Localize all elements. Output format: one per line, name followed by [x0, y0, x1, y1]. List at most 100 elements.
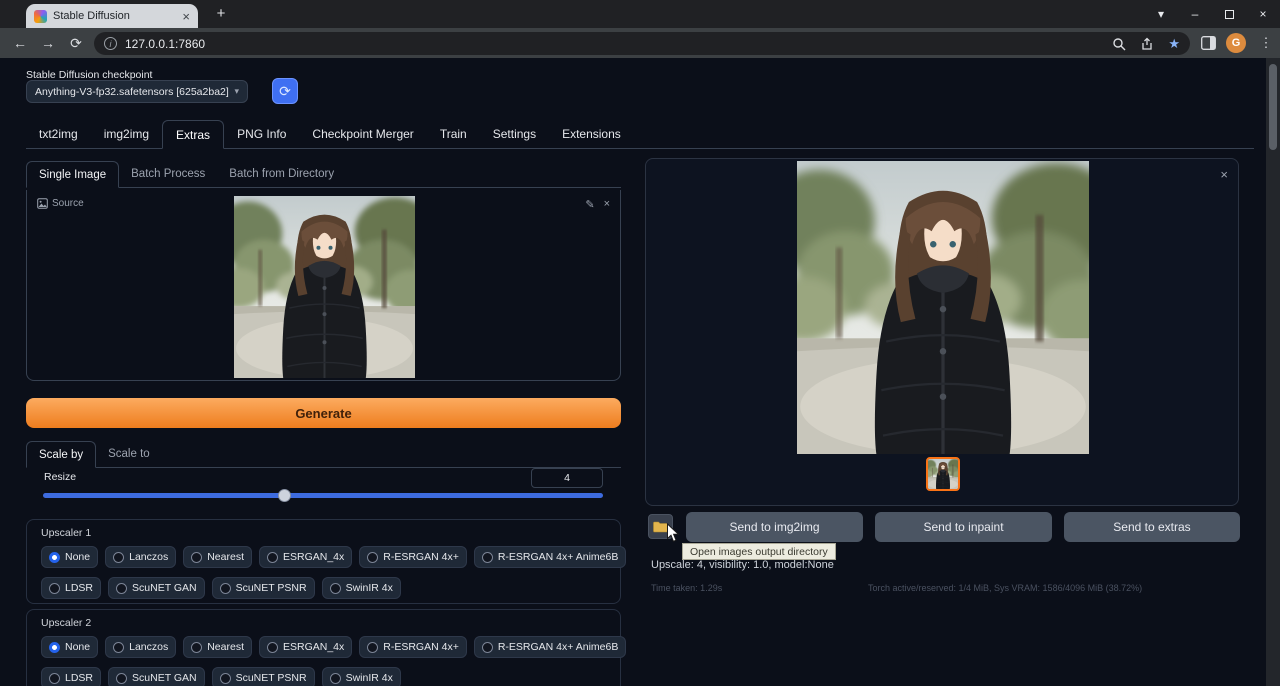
upscaler1-option-scunet-psnr[interactable]: ScuNET PSNR: [212, 577, 315, 599]
tab-scale-by[interactable]: Scale by: [26, 441, 96, 468]
tab-settings[interactable]: Settings: [480, 120, 549, 148]
radio-option-label: ScuNET GAN: [132, 672, 197, 684]
subtab-batch-from-directory[interactable]: Batch from Directory: [217, 161, 346, 187]
side-panel-icon[interactable]: [1201, 36, 1216, 50]
bookmark-star-icon[interactable]: ★: [1168, 36, 1180, 52]
radio-icon: [267, 552, 278, 563]
upscaler2-option-nearest[interactable]: Nearest: [183, 636, 252, 658]
send-to-inpaint-button[interactable]: Send to inpaint: [875, 512, 1052, 542]
radio-option-label: None: [65, 551, 90, 563]
tab-txt2img[interactable]: txt2img: [26, 120, 91, 148]
edit-image-icon[interactable]: ✎: [585, 198, 594, 211]
upscaler2-option-scunet-gan[interactable]: ScuNET GAN: [108, 667, 205, 686]
time-taken-text: Time taken: 1.29s: [651, 583, 722, 593]
radio-icon: [367, 552, 378, 563]
tab-scale-to[interactable]: Scale to: [96, 441, 162, 467]
radio-icon: [113, 642, 124, 653]
upscaler2-option-r-esrgan-4x-anime6b[interactable]: R-ESRGAN 4x+ Anime6B: [474, 636, 627, 658]
resize-number-input[interactable]: 4: [531, 468, 603, 488]
upscaler1-option-esrgan-4x[interactable]: ESRGAN_4x: [259, 546, 352, 568]
tab-close-icon[interactable]: ×: [182, 10, 190, 23]
browser-tab[interactable]: Stable Diffusion ×: [26, 4, 198, 28]
upscaler1-option-nearest[interactable]: Nearest: [183, 546, 252, 568]
tooltip: Open images output directory: [682, 543, 836, 560]
maximize-icon: [1225, 10, 1234, 19]
tab-checkpoint-merger[interactable]: Checkpoint Merger: [299, 120, 426, 148]
zoom-icon[interactable]: [1112, 37, 1126, 51]
upscaler1-option-scunet-gan[interactable]: ScuNET GAN: [108, 577, 205, 599]
upscaler2-option-swinir-4x[interactable]: SwinIR 4x: [322, 667, 401, 686]
address-bar[interactable]: i 127.0.0.1:7860 ★: [94, 32, 1190, 55]
generate-button[interactable]: Generate: [26, 398, 621, 428]
upscaler1-option-swinir-4x[interactable]: SwinIR 4x: [322, 577, 401, 599]
subtab-single-image[interactable]: Single Image: [26, 161, 119, 188]
result-info-text: Upscale: 4, visibility: 1.0, model:None: [651, 559, 834, 571]
reload-button[interactable]: ⟳: [64, 28, 88, 58]
upscaler2-option-scunet-psnr[interactable]: ScuNET PSNR: [212, 667, 315, 686]
radio-icon: [220, 673, 231, 684]
source-image-dropzone[interactable]: Source ✎ ×: [26, 190, 621, 381]
minimize-button[interactable]: –: [1178, 0, 1212, 28]
radio-option-label: Lanczos: [129, 641, 168, 653]
send-to-img2img-button[interactable]: Send to img2img: [686, 512, 863, 542]
profile-avatar[interactable]: G: [1226, 33, 1246, 53]
tab-img2img[interactable]: img2img: [91, 120, 162, 148]
share-icon[interactable]: [1140, 37, 1154, 51]
radio-option-label: R-ESRGAN 4x+: [383, 551, 459, 563]
tab-extras[interactable]: Extras: [162, 120, 224, 149]
upscaler2-option-ldsr[interactable]: LDSR: [41, 667, 101, 686]
radio-icon: [482, 552, 493, 563]
upscaler2-option-lanczos[interactable]: Lanczos: [105, 636, 176, 658]
image-source-subtabs: Single Image Batch Process Batch from Di…: [26, 161, 621, 188]
tab-extensions[interactable]: Extensions: [549, 120, 634, 148]
output-gallery-panel: ×: [645, 158, 1239, 506]
chevron-down-icon: ▾: [234, 86, 239, 97]
radio-option-label: None: [65, 641, 90, 653]
resize-slider[interactable]: [43, 493, 603, 498]
upscaler1-options-row1: NoneLanczosNearestESRGAN_4xR-ESRGAN 4x+R…: [41, 546, 620, 568]
close-window-button[interactable]: ×: [1246, 0, 1280, 28]
back-button[interactable]: ←: [8, 28, 32, 58]
radio-icon: [116, 673, 127, 684]
radio-icon: [191, 552, 202, 563]
forward-button[interactable]: →: [36, 28, 60, 58]
radio-option-label: LDSR: [65, 582, 93, 594]
upscaler1-option-lanczos[interactable]: Lanczos: [105, 546, 176, 568]
upscaler1-option-r-esrgan-4x-anime6b[interactable]: R-ESRGAN 4x+ Anime6B: [474, 546, 627, 568]
site-info-icon[interactable]: i: [104, 37, 117, 50]
tab-png-info[interactable]: PNG Info: [224, 120, 299, 148]
radio-option-label: R-ESRGAN 4x+: [383, 641, 459, 653]
upscaler2-option-r-esrgan-4x-[interactable]: R-ESRGAN 4x+: [359, 636, 467, 658]
upscaler2-option-esrgan-4x[interactable]: ESRGAN_4x: [259, 636, 352, 658]
radio-icon: [113, 552, 124, 563]
clear-image-icon[interactable]: ×: [604, 198, 610, 211]
send-to-extras-button[interactable]: Send to extras: [1064, 512, 1240, 542]
new-tab-button[interactable]: +: [212, 5, 230, 23]
page-scrollbar[interactable]: [1266, 58, 1280, 686]
upscaler1-option-none[interactable]: None: [41, 546, 98, 568]
output-image[interactable]: [797, 161, 1089, 454]
radio-option-label: LDSR: [65, 672, 93, 684]
radio-option-label: ESRGAN_4x: [283, 641, 344, 653]
resize-slider-handle[interactable]: [278, 489, 291, 502]
radio-icon: [116, 583, 127, 594]
screen: Stable Diffusion × + ▾ – × ← → ⟳ i 127.0…: [0, 0, 1280, 686]
tab-search-chevron-icon[interactable]: ▾: [1144, 0, 1178, 28]
checkpoint-dropdown[interactable]: Anything-V3-fp32.safetensors [625a2ba2] …: [26, 80, 248, 103]
upscaler1-option-r-esrgan-4x-[interactable]: R-ESRGAN 4x+: [359, 546, 467, 568]
radio-icon: [267, 642, 278, 653]
close-gallery-icon[interactable]: ×: [1220, 167, 1228, 182]
resize-label: Resize: [44, 471, 76, 483]
subtab-batch-process[interactable]: Batch Process: [119, 161, 217, 187]
refresh-checkpoint-button[interactable]: ⟳: [272, 78, 298, 104]
window-controls: ▾ – ×: [1144, 0, 1280, 28]
upscaler1-option-ldsr[interactable]: LDSR: [41, 577, 101, 599]
output-thumbnail-selected[interactable]: [926, 457, 960, 491]
upscaler2-option-none[interactable]: None: [41, 636, 98, 658]
scrollbar-thumb[interactable]: [1269, 64, 1277, 150]
maximize-button[interactable]: [1212, 0, 1246, 28]
tab-train[interactable]: Train: [427, 120, 480, 148]
radio-icon: [367, 642, 378, 653]
upscaler2-options-row1: NoneLanczosNearestESRGAN_4xR-ESRGAN 4x+R…: [41, 636, 620, 658]
menu-dots-icon[interactable]: ⋮: [1256, 28, 1276, 58]
